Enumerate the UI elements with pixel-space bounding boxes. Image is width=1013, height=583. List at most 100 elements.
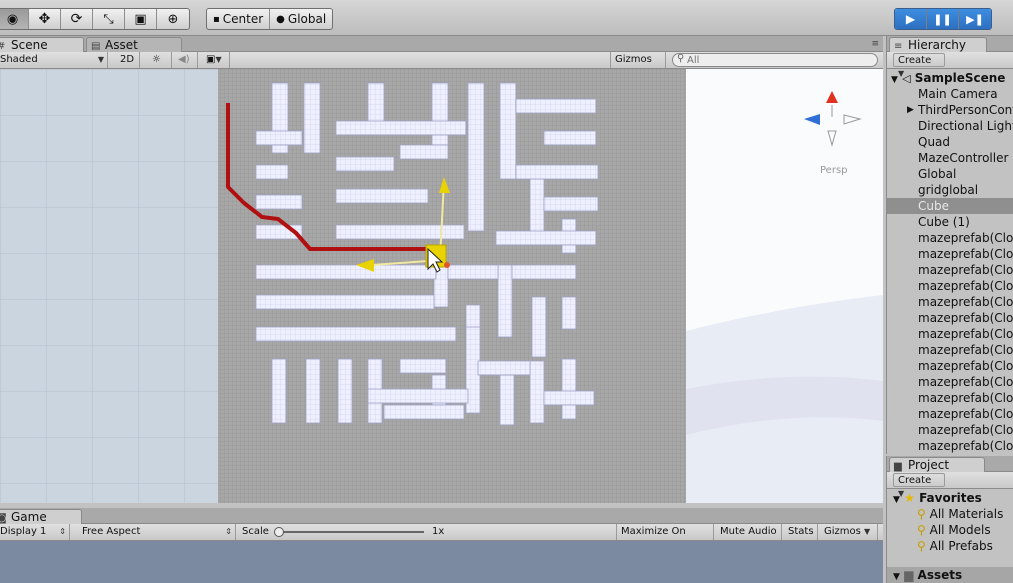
expand-arrow-icon[interactable]: ▼: [893, 572, 900, 582]
pause-button[interactable]: ❚❚: [927, 9, 959, 29]
scene-viewport[interactable]: Persp: [0, 69, 883, 503]
game-tabbar: ◙ Game: [0, 508, 883, 524]
maze-wall: [255, 164, 289, 180]
hierarchy-item-label: mazeprefab(Clone): [918, 231, 1013, 245]
folder-icon: ▆: [904, 568, 914, 582]
hierarchy-item[interactable]: mazeprefab(Clone): [887, 310, 1013, 326]
tab-hierarchy[interactable]: ≡ Hierarchy: [889, 37, 987, 52]
view-tool-button[interactable]: ◉: [0, 9, 29, 29]
scale-tool-button[interactable]: ⤡: [93, 9, 125, 29]
mode-2d-toggle[interactable]: 2D: [116, 52, 140, 68]
hierarchy-item-label: mazeprefab(Clone): [918, 359, 1013, 373]
favorite-item[interactable]: ⚲ All Materials: [887, 506, 1013, 522]
scale-slider-thumb[interactable]: [274, 527, 284, 537]
pivot-center-button[interactable]: ▪ Center: [207, 9, 271, 29]
hierarchy-item[interactable]: mazeprefab(Clone): [887, 358, 1013, 374]
maze-wall: [255, 264, 437, 280]
hierarchy-create-button[interactable]: Create ▼: [893, 53, 945, 78]
hierarchy-item[interactable]: mazeprefab(Clone): [887, 422, 1013, 438]
scene-root-item[interactable]: ▼ ◁ SampleScene: [887, 70, 1013, 86]
favorites-item[interactable]: ▼ ★ Favorites: [887, 490, 1013, 506]
expand-arrow-icon[interactable]: ▼: [893, 495, 900, 505]
hierarchy-item[interactable]: mazeprefab(Clone): [887, 230, 1013, 246]
step-button[interactable]: ▶❚: [959, 9, 991, 29]
hierarchy-tree: ▼ ◁ SampleScene Main Camera ▶ ThirdPersonC…: [887, 70, 1013, 454]
search-icon: ⚲: [917, 507, 926, 521]
hierarchy-item-label: mazeprefab(Clone): [918, 391, 1013, 405]
maze-wall: [367, 388, 469, 404]
scene-tabbar: # Scene ▤ Asset Store ≡: [0, 36, 883, 67]
hierarchy-item[interactable]: Main Camera: [887, 86, 1013, 102]
maze-wall: [511, 264, 577, 280]
scene-search-input[interactable]: [687, 54, 867, 66]
tab-hierarchy-label: Hierarchy: [908, 38, 967, 52]
tab-asset-store[interactable]: ▤ Asset Store: [86, 37, 182, 67]
hierarchy-item[interactable]: gridglobal: [887, 182, 1013, 198]
hierarchy-item[interactable]: mazeprefab(Clone): [887, 246, 1013, 262]
hierarchy-item[interactable]: Global: [887, 166, 1013, 182]
play-button[interactable]: ▶: [895, 9, 927, 29]
display-label: Display 1: [0, 526, 47, 537]
tab-scene[interactable]: # Scene: [0, 37, 84, 52]
game-gizmos-dropdown[interactable]: Gizmos ▼: [820, 524, 878, 540]
rotate-tool-button[interactable]: ⟳: [61, 9, 93, 29]
transform-tool-button[interactable]: ⊕: [157, 9, 189, 29]
tab-project[interactable]: ▆ Project: [889, 457, 985, 472]
scene-search-field[interactable]: ⚲: [672, 53, 878, 67]
favorite-item[interactable]: ⚲ All Prefabs: [887, 538, 1013, 554]
tab-game[interactable]: ◙ Game: [0, 509, 82, 524]
hierarchy-item[interactable]: Directional Light: [887, 118, 1013, 134]
effects-dropdown[interactable]: ▣▼: [202, 52, 230, 68]
maze-wall: [335, 188, 429, 204]
assets-folder-item[interactable]: ▼ ▆ Assets: [887, 567, 1013, 583]
maze-wall: [431, 82, 449, 148]
hierarchy-item[interactable]: mazeprefab(Clone): [887, 438, 1013, 454]
tab-game-label: Game: [11, 510, 47, 524]
aspect-dropdown[interactable]: Free Aspect ⇕: [78, 524, 236, 540]
hierarchy-item[interactable]: mazeprefab(Clone): [887, 374, 1013, 390]
hierarchy-item[interactable]: mazeprefab(Clone): [887, 278, 1013, 294]
display-dropdown[interactable]: Display 1 ⇕: [0, 524, 70, 540]
maze-wall: [399, 358, 447, 374]
expand-arrow-icon[interactable]: ▶: [907, 102, 914, 118]
hierarchy-item[interactable]: mazeprefab(Clone): [887, 390, 1013, 406]
expand-arrow-icon[interactable]: ▼: [891, 75, 898, 85]
maximize-on-play-toggle[interactable]: Maximize On Play: [616, 524, 714, 553]
mute-audio-toggle[interactable]: Mute Audio: [716, 524, 782, 540]
hierarchy-item[interactable]: mazeprefab(Clone): [887, 326, 1013, 342]
hierarchy-item[interactable]: ▶ ThirdPersonController: [887, 102, 1013, 118]
scale-slider-track[interactable]: [278, 531, 424, 533]
lighting-toggle[interactable]: ☼: [148, 52, 172, 68]
hierarchy-item[interactable]: mazeprefab(Clone): [887, 294, 1013, 310]
favorite-item[interactable]: ⚲ All Models: [887, 522, 1013, 538]
pivot-center-label: Center: [222, 12, 264, 26]
hierarchy-item-label: Cube (1): [918, 215, 970, 229]
move-tool-button[interactable]: ✥: [29, 9, 61, 29]
hierarchy-item-label: mazeprefab(Clone): [918, 263, 1013, 277]
game-viewport[interactable]: [0, 541, 883, 583]
pivot-global-button[interactable]: ● Global: [270, 9, 332, 29]
hierarchy-item[interactable]: mazeprefab(Clone): [887, 342, 1013, 358]
shading-mode-dropdown[interactable]: Shaded ▼: [0, 52, 108, 68]
dropdown-arrow-icon: ⇕: [225, 527, 232, 536]
hierarchy-item[interactable]: Cube (1): [887, 214, 1013, 230]
panel-menu-icon[interactable]: ≡: [871, 39, 879, 49]
project-create-button[interactable]: Create ▼: [893, 473, 945, 498]
stats-toggle[interactable]: Stats: [784, 524, 818, 540]
hierarchy-item[interactable]: MazeController: [887, 150, 1013, 166]
hierarchy-item[interactable]: Quad: [887, 134, 1013, 150]
favorites-label: Favorites: [919, 491, 982, 505]
search-icon: ⚲: [917, 539, 926, 553]
maze-wall: [543, 196, 599, 212]
gizmos-dropdown[interactable]: Gizmos ▼: [610, 52, 666, 80]
favorite-label: All Models: [929, 523, 991, 537]
audio-toggle[interactable]: ◀): [174, 52, 198, 68]
hierarchy-item[interactable]: mazeprefab(Clone): [887, 406, 1013, 422]
hierarchy-item[interactable]: Cube: [887, 198, 1013, 214]
hierarchy-item[interactable]: mazeprefab(Clone): [887, 262, 1013, 278]
maze-wall: [499, 374, 515, 426]
rect-tool-button[interactable]: ▣: [125, 9, 157, 29]
maze-wall: [255, 130, 303, 146]
rotate-icon: ⟳: [70, 11, 83, 27]
hierarchy-toolbar: Create ▼: [887, 52, 1013, 78]
